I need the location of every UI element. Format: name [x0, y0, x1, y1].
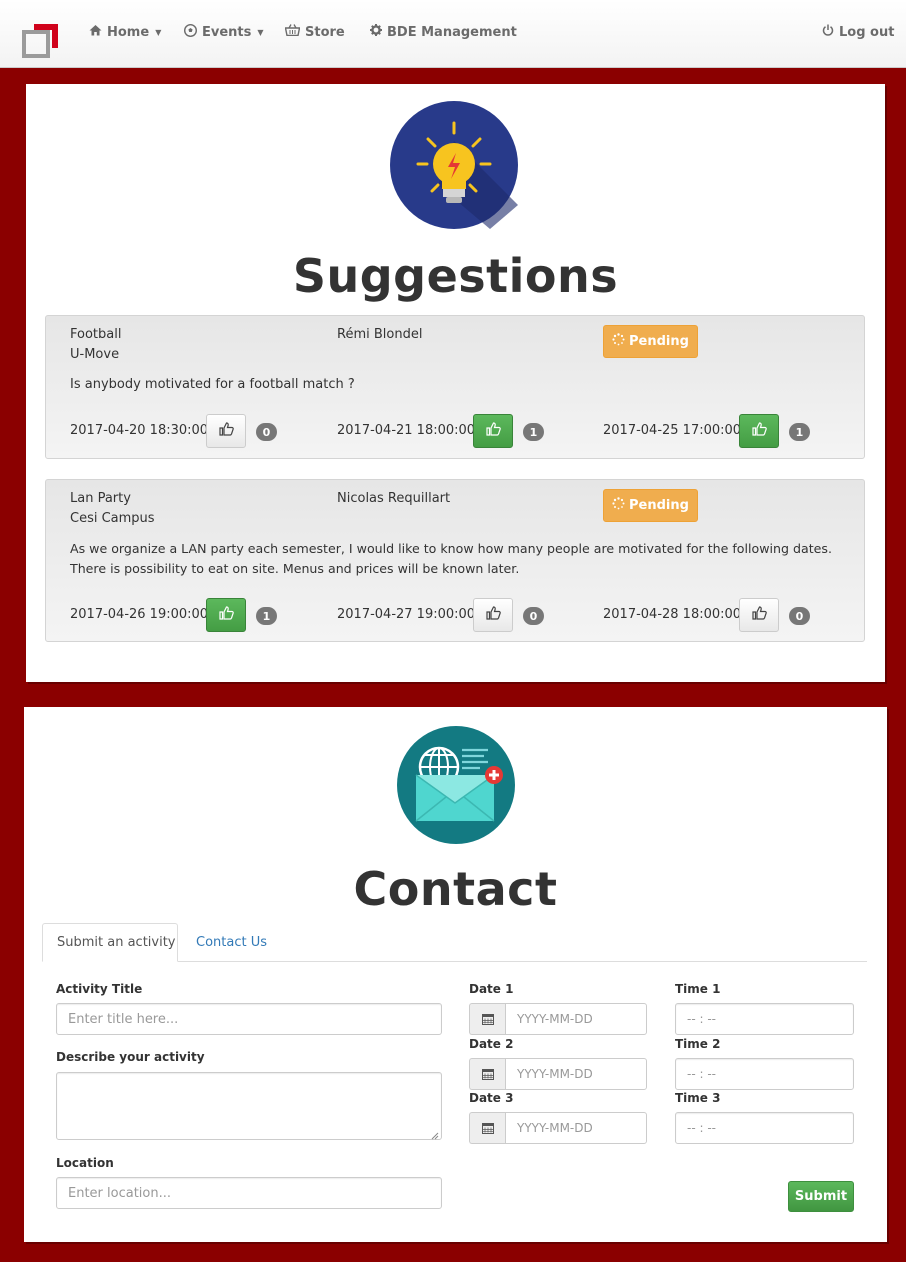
vote-button[interactable]: [473, 414, 513, 448]
vote-button[interactable]: [206, 414, 246, 448]
nav-home[interactable]: Home ▼: [89, 24, 161, 40]
date-2-label: Date 2: [469, 1037, 514, 1051]
submit-button[interactable]: Submit: [788, 1181, 854, 1212]
vote-date: 2017-04-25 17:00:00: [603, 423, 742, 438]
logout-label: Log out: [839, 24, 895, 40]
date-3-field[interactable]: YYYY-MM-DD: [469, 1112, 647, 1144]
suggestions-title: Suggestions: [292, 249, 619, 303]
contact-panel: Contact Submit an activity Contact Us Ac…: [24, 707, 887, 1242]
calendar-icon: [469, 1058, 505, 1090]
contact-title: Contact: [353, 862, 558, 916]
status-badge: Pending: [603, 489, 698, 522]
thumbs-up-icon: [485, 606, 501, 624]
suggestion-author: Nicolas Requillart: [337, 491, 451, 506]
caret-down-icon: ▼: [257, 28, 264, 37]
suggestion-description: Is anybody motivated for a football matc…: [70, 377, 355, 392]
suggestion-title: Football: [70, 327, 122, 342]
status-label: Pending: [629, 334, 689, 349]
nav-store[interactable]: Store: [284, 24, 345, 40]
vote-count: 0: [256, 423, 277, 441]
thumbs-up-icon: [751, 422, 767, 440]
vote-button[interactable]: [739, 598, 779, 632]
tab-submit-activity[interactable]: Submit an activity: [42, 923, 178, 962]
vote-button[interactable]: [206, 598, 246, 632]
vote-date: 2017-04-21 18:00:00: [337, 423, 476, 438]
caret-down-icon: ▼: [155, 27, 162, 37]
status-badge: Pending: [603, 325, 698, 358]
suggestion-card: Lan Party Cesi Campus Nicolas Requillart…: [45, 479, 865, 642]
time-1-input[interactable]: -- : --: [675, 1003, 854, 1035]
home-icon: [89, 24, 102, 40]
vote-count: 1: [256, 607, 277, 625]
vote-button[interactable]: [473, 598, 513, 632]
date-3-input[interactable]: YYYY-MM-DD: [505, 1112, 647, 1144]
thumbs-up-icon: [218, 606, 234, 624]
suggestion-description: There is possibility to eat on site. Men…: [70, 561, 520, 576]
location-input[interactable]: Enter location...: [56, 1177, 442, 1209]
time-2-label: Time 2: [675, 1037, 721, 1051]
description-label: Describe your activity: [56, 1050, 205, 1064]
vote-date: 2017-04-28 18:00:00: [603, 607, 742, 622]
time-3-label: Time 3: [675, 1091, 721, 1105]
spinner-icon: [612, 497, 625, 514]
nav-store-label: Store: [305, 24, 345, 40]
suggestion-title: Lan Party: [70, 491, 131, 506]
power-icon: [822, 24, 834, 40]
time-1-label: Time 1: [675, 982, 721, 996]
envelope-globe-icon: [396, 725, 516, 849]
vote-date: 2017-04-27 19:00:00: [337, 607, 476, 622]
time-2-input[interactable]: -- : --: [675, 1058, 854, 1090]
suggestion-card: Football U-Move Rémi Blondel Pending Is …: [45, 315, 865, 459]
spinner-icon: [612, 333, 625, 350]
gear-icon: [370, 24, 382, 40]
location-label: Location: [56, 1156, 114, 1170]
brand-logo[interactable]: [22, 22, 60, 58]
vote-date: 2017-04-20 18:30:00: [70, 423, 209, 438]
soccer-ball-icon: [183, 23, 198, 41]
date-1-field[interactable]: YYYY-MM-DD: [469, 1003, 647, 1035]
date-3-label: Date 3: [469, 1091, 514, 1105]
thumbs-up-icon: [218, 422, 234, 440]
lightbulb-icon: [390, 101, 518, 233]
calendar-icon: [469, 1112, 505, 1144]
nav-events-label: Events: [202, 25, 252, 40]
description-textarea[interactable]: [56, 1072, 442, 1140]
suggestions-panel: Suggestions Football U-Move Rémi Blondel…: [26, 84, 885, 682]
activity-title-label: Activity Title: [56, 982, 143, 996]
thumbs-up-icon: [751, 606, 767, 624]
nav-bde-management[interactable]: BDE Management: [370, 24, 517, 40]
thumbs-up-icon: [485, 422, 501, 440]
vote-count: 1: [523, 423, 544, 441]
vote-date: 2017-04-26 19:00:00: [70, 607, 209, 622]
nav-bde-label: BDE Management: [387, 24, 517, 40]
date-1-input[interactable]: YYYY-MM-DD: [505, 1003, 647, 1035]
date-2-field[interactable]: YYYY-MM-DD: [469, 1058, 647, 1090]
status-label: Pending: [629, 498, 689, 513]
date-2-input[interactable]: YYYY-MM-DD: [505, 1058, 647, 1090]
resize-grip-icon[interactable]: [431, 1129, 439, 1140]
date-1-label: Date 1: [469, 982, 514, 996]
basket-icon: [284, 24, 301, 40]
navbar: Home ▼ Events ▼ Store BDE Management Log…: [0, 0, 906, 68]
suggestion-author: Rémi Blondel: [337, 327, 423, 342]
vote-button[interactable]: [739, 414, 779, 448]
suggestion-location: U-Move: [70, 347, 120, 362]
logout-button[interactable]: Log out: [822, 24, 894, 40]
suggestion-location: Cesi Campus: [70, 511, 155, 526]
nav-events[interactable]: Events ▼: [183, 23, 264, 41]
time-3-input[interactable]: -- : --: [675, 1112, 854, 1144]
vote-count: 1: [789, 423, 810, 441]
nav-home-label: Home: [107, 24, 150, 40]
vote-count: 0: [789, 607, 810, 625]
activity-title-input[interactable]: Enter title here...: [56, 1003, 442, 1035]
tab-contact-us[interactable]: Contact Us: [182, 923, 281, 962]
calendar-icon: [469, 1003, 505, 1035]
suggestion-description: As we organize a LAN party each semester…: [70, 541, 832, 556]
vote-count: 0: [523, 607, 544, 625]
